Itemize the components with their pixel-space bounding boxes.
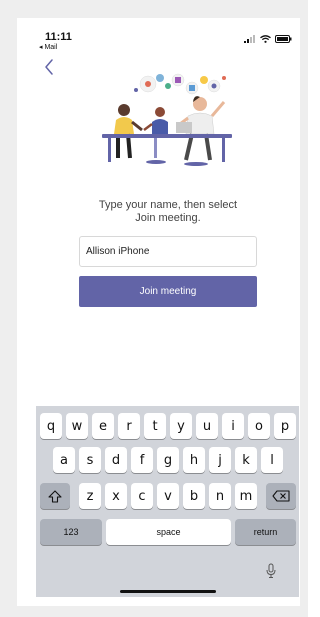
key-s[interactable]: s — [79, 447, 101, 473]
shift-icon — [48, 489, 62, 503]
key-q[interactable]: q — [40, 413, 62, 439]
key-k[interactable]: k — [235, 447, 257, 473]
backspace-key[interactable] — [266, 483, 296, 509]
key-c[interactable]: c — [131, 483, 153, 509]
key-n[interactable]: n — [209, 483, 231, 509]
key-e[interactable]: e — [92, 413, 114, 439]
space-key[interactable]: space — [106, 519, 231, 545]
battery-icon — [275, 35, 292, 43]
key-a[interactable]: a — [53, 447, 75, 473]
key-w[interactable]: w — [66, 413, 88, 439]
key-t[interactable]: t — [144, 413, 166, 439]
key-d[interactable]: d — [105, 447, 127, 473]
backspace-icon — [272, 490, 290, 502]
key-u[interactable]: u — [196, 413, 218, 439]
key-y[interactable]: y — [170, 413, 192, 439]
key-x[interactable]: x — [105, 483, 127, 509]
join-meeting-button[interactable]: Join meeting — [79, 276, 257, 307]
key-o[interactable]: o — [248, 413, 270, 439]
back-to-mail-link[interactable]: ◂ Mail — [39, 43, 57, 51]
key-b[interactable]: b — [183, 483, 205, 509]
microphone-icon[interactable] — [266, 563, 276, 579]
shift-key[interactable] — [40, 483, 70, 509]
instruction-line-2: Join meeting. — [135, 212, 201, 224]
key-g[interactable]: g — [157, 447, 179, 473]
name-input[interactable] — [79, 236, 257, 267]
key-h[interactable]: h — [183, 447, 205, 473]
status-time: 11:11 — [45, 31, 72, 43]
back-chevron-icon[interactable] — [42, 58, 56, 76]
key-v[interactable]: v — [157, 483, 179, 509]
signal-icon — [244, 35, 255, 43]
key-m[interactable]: m — [235, 483, 257, 509]
key-f[interactable]: f — [131, 447, 153, 473]
numbers-key[interactable]: 123 — [40, 519, 102, 545]
instruction-line-1: Type your name, then select — [98, 199, 238, 211]
key-j[interactable]: j — [209, 447, 231, 473]
key-l[interactable]: l — [261, 447, 283, 473]
key-r[interactable]: r — [118, 413, 140, 439]
home-indicator — [120, 590, 216, 593]
meeting-illustration — [102, 73, 232, 166]
key-p[interactable]: p — [274, 413, 296, 439]
wifi-icon — [260, 35, 271, 43]
return-key[interactable]: return — [235, 519, 296, 545]
status-icons — [244, 34, 292, 44]
key-i[interactable]: i — [222, 413, 244, 439]
join-instructions: Type your name, then select Join meeting… — [82, 199, 254, 225]
key-z[interactable]: z — [79, 483, 101, 509]
